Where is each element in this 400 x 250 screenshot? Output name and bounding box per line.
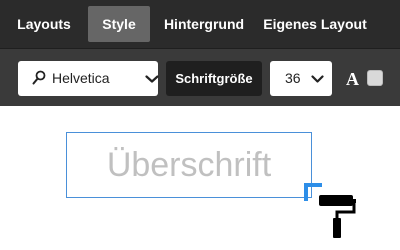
text-color-swatch[interactable] xyxy=(367,70,383,86)
heading-placeholder[interactable]: Überschrift xyxy=(67,133,311,197)
font-family-select[interactable]: Helvetica xyxy=(18,61,159,96)
paint-roller-icon[interactable] xyxy=(316,192,356,240)
style-toolbar: Helvetica Schriftgröße 36 A xyxy=(0,48,400,106)
font-size-value: 36 xyxy=(285,70,301,86)
chevron-down-icon xyxy=(145,75,159,83)
tab-bar: Layouts Style Hintergrund Eigenes Layout xyxy=(0,0,400,48)
heading-text-box[interactable]: Überschrift xyxy=(66,132,312,198)
chevron-down-icon xyxy=(311,75,324,83)
font-size-select[interactable]: 36 xyxy=(270,61,332,96)
search-icon xyxy=(32,70,46,85)
font-size-label: Schriftgröße xyxy=(166,61,262,96)
tab-layouts[interactable]: Layouts xyxy=(8,6,80,42)
font-family-value: Helvetica xyxy=(52,70,110,86)
tab-hintergrund[interactable]: Hintergrund xyxy=(158,6,250,42)
tab-style[interactable]: Style xyxy=(88,6,150,42)
text-color-icon[interactable]: A xyxy=(346,69,359,90)
tab-eigenes-layout[interactable]: Eigenes Layout xyxy=(254,6,376,42)
